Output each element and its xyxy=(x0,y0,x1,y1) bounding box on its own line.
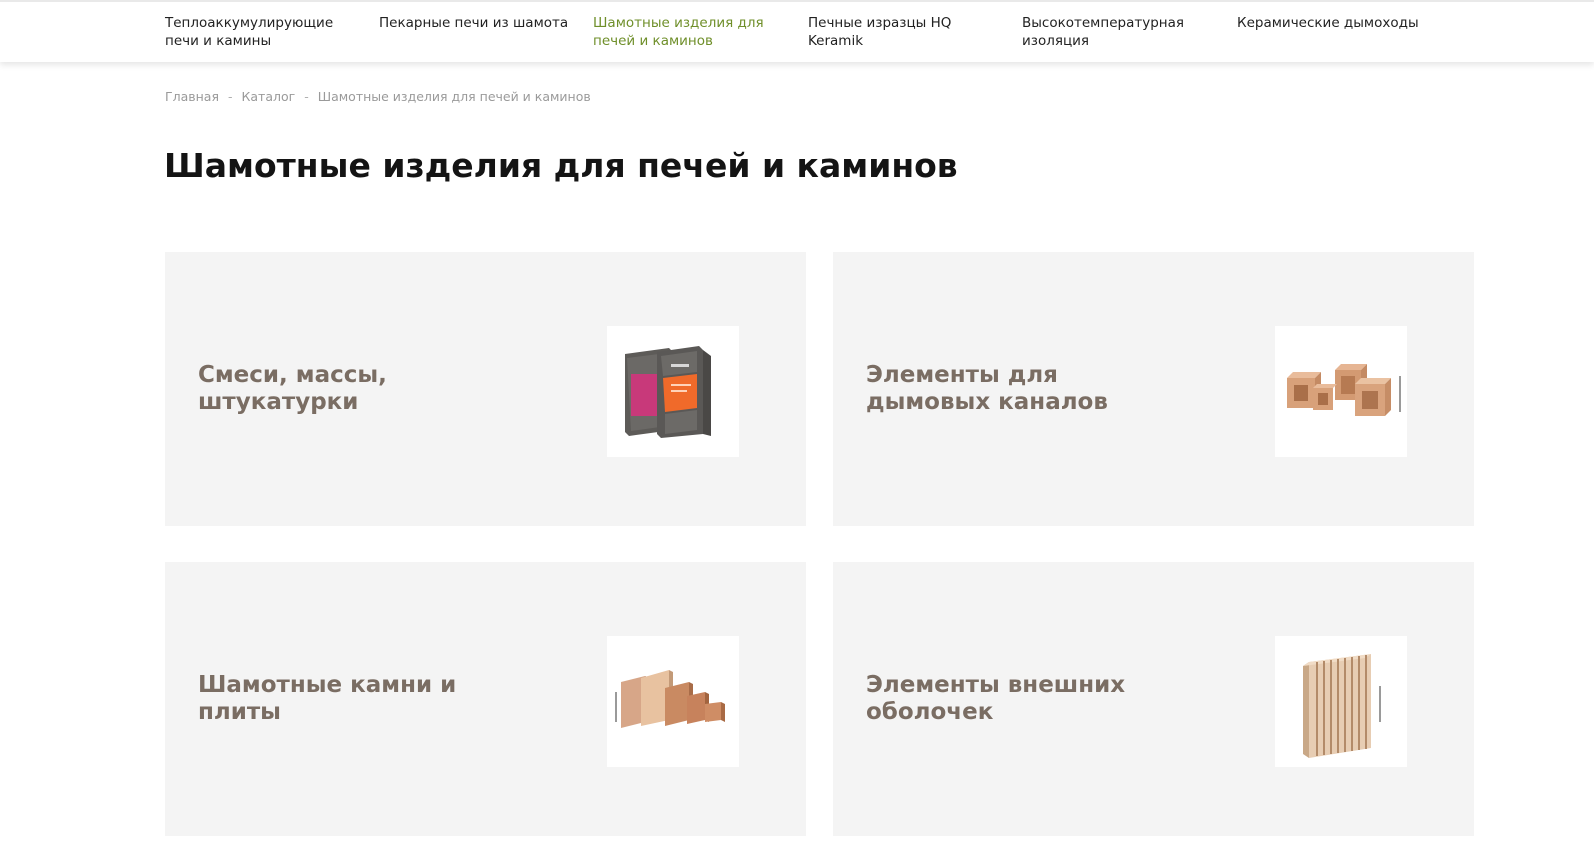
category-card-title: Шамотные камни и плиты xyxy=(198,672,457,725)
breadcrumb: Главная - Каталог - Шамотные изделия для печ… xyxy=(165,89,591,104)
cladding-panel-image[interactable] xyxy=(1275,636,1407,767)
mortar-bags-image[interactable] xyxy=(607,326,739,457)
nav-item-heat-storage-stoves[interactable]: Теплоаккумулирующие печи и камины xyxy=(165,14,365,50)
nav-item-bakery-ovens[interactable]: Пекарные печи из шамота xyxy=(379,14,579,32)
breadcrumb-home-link[interactable]: Главная xyxy=(165,89,219,104)
chimney-blocks-image[interactable] xyxy=(1275,326,1407,457)
nav-item-fireclay-products[interactable]: Шамотные изделия для печей и каминов xyxy=(593,14,793,50)
category-card-title: Смеси, массы, штукатурки xyxy=(198,362,387,415)
category-card-firebricks[interactable]: Шамотные камни и плиты xyxy=(165,562,806,836)
category-card-title: Элементы для дымовых каналов xyxy=(866,362,1108,415)
breadcrumb-separator: - xyxy=(304,89,309,104)
page-title: Шамотные изделия для печей и каминов xyxy=(164,146,958,185)
category-card-cladding-elements[interactable]: Элементы внешних оболочек xyxy=(833,562,1474,836)
category-card-title: Элементы внешних оболочек xyxy=(866,672,1126,725)
nav-item-stove-tiles[interactable]: Печные изразцы HQ Keramik xyxy=(808,14,1008,50)
nav-item-ceramic-chimneys[interactable]: Керамические дымоходы xyxy=(1237,14,1437,32)
breadcrumb-separator: - xyxy=(228,89,233,104)
breadcrumb-catalog-link[interactable]: Каталог xyxy=(242,89,296,104)
firebricks-image[interactable] xyxy=(607,636,739,767)
category-card-chimney-elements[interactable]: Элементы для дымовых каналов xyxy=(833,252,1474,526)
nav-item-high-temp-insulation[interactable]: Высокотемпературная изоляция xyxy=(1022,14,1222,50)
top-navigation: Теплоаккумулирующие печи и камины Пекарн… xyxy=(0,0,1594,62)
breadcrumb-current: Шамотные изделия для печей и каминов xyxy=(317,89,591,104)
category-card-mortars[interactable]: Смеси, массы, штукатурки xyxy=(165,252,806,526)
